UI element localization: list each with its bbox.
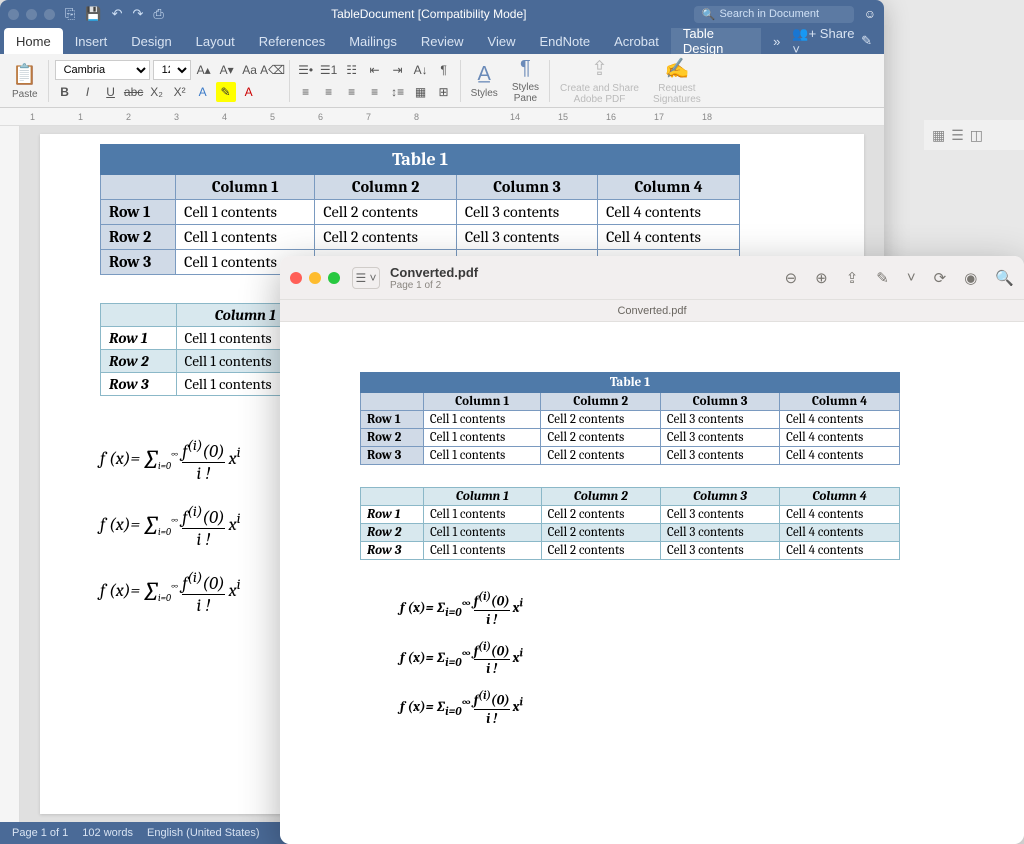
font-color-icon[interactable]: A — [239, 82, 259, 102]
subscript-icon[interactable]: X₂ — [147, 82, 167, 102]
search-box[interactable]: 🔍 Search in Document — [694, 6, 854, 23]
numbering-icon[interactable]: ☰1 — [319, 60, 339, 80]
increase-indent-icon[interactable]: ⇥ — [388, 60, 408, 80]
signatures-icon[interactable]: ✍ — [664, 56, 689, 81]
line-spacing-icon[interactable]: ↕≡ — [388, 82, 408, 102]
preview-tab[interactable]: Converted.pdf — [280, 300, 1024, 322]
pdf-title: Converted.pdf — [390, 265, 785, 280]
tab-design[interactable]: Design — [119, 28, 183, 54]
decrease-indent-icon[interactable]: ⇤ — [365, 60, 385, 80]
tab-view[interactable]: View — [476, 28, 528, 54]
markup-icon[interactable]: ✎ — [876, 269, 889, 287]
pdf-table-1: Table 1 Column 1 Column 2 Column 3 Colum… — [360, 372, 900, 465]
document-title: TableDocument [Compatibility Mode] — [164, 7, 694, 21]
horizontal-ruler[interactable]: 1 1 2 3 4 5 6 7 8 14 15 16 17 18 — [0, 108, 884, 126]
grid-icon[interactable]: ▦ — [932, 127, 945, 144]
highlight-icon[interactable]: ✎ — [216, 82, 236, 102]
tab-overflow[interactable]: » — [761, 28, 792, 54]
bold-icon[interactable]: B — [55, 82, 75, 102]
underline-icon[interactable]: U — [101, 82, 121, 102]
decrease-font-icon[interactable]: A▾ — [217, 60, 237, 80]
align-center-icon[interactable]: ≡ — [319, 82, 339, 102]
rotate-icon[interactable]: ⟳ — [934, 269, 947, 287]
pdf-page[interactable]: Table 1 Column 1 Column 2 Column 3 Colum… — [280, 322, 1024, 844]
shading-icon[interactable]: ▦ — [411, 82, 431, 102]
background-toolbar: ▦ ☰ ◫ — [924, 120, 1024, 150]
align-right-icon[interactable]: ≡ — [342, 82, 362, 102]
font-size-select[interactable]: 12 — [153, 60, 191, 80]
preview-titlebar: ☰ ˅ Converted.pdf Page 1 of 2 ⊖ ⊕ ⇪ ✎ ˅ … — [280, 256, 1024, 300]
font-name-select[interactable]: Cambria — [55, 60, 150, 80]
preview-window: ☰ ˅ Converted.pdf Page 1 of 2 ⊖ ⊕ ⇪ ✎ ˅ … — [280, 256, 1024, 844]
vertical-ruler[interactable] — [0, 126, 20, 822]
tab-table-design[interactable]: Table Design — [671, 28, 761, 54]
traffic-lights[interactable] — [8, 9, 55, 20]
account-icon[interactable]: ☺ — [864, 7, 876, 21]
superscript-icon[interactable]: X² — [170, 82, 190, 102]
tab-acrobat[interactable]: Acrobat — [602, 28, 671, 54]
pdf-equation-2: f (x)= ∑i=0∞ f(i)(0)i ! xi — [400, 640, 904, 678]
ribbon: 📋 Paste Cambria 12 A▴ A▾ Aa A⌫ B I U abc… — [0, 54, 884, 108]
dropdown-icon[interactable]: ˅ — [907, 269, 916, 286]
preview-traffic-lights[interactable] — [290, 272, 340, 284]
tab-review[interactable]: Review — [409, 28, 476, 54]
list-icon[interactable]: ☰ — [951, 127, 964, 144]
search-icon[interactable]: 🔍 — [995, 269, 1014, 287]
word-count[interactable]: 102 words — [82, 827, 133, 839]
highlight-icon[interactable]: ◉ — [964, 269, 977, 287]
pdf-page-indicator: Page 1 of 2 — [390, 280, 785, 291]
print-icon[interactable]: ⎙ — [153, 6, 163, 22]
align-left-icon[interactable]: ≡ — [296, 82, 316, 102]
paste-group: 📋 Paste — [8, 62, 42, 100]
clear-format-icon[interactable]: A⌫ — [263, 60, 283, 80]
tab-endnote[interactable]: EndNote — [527, 28, 602, 54]
borders-icon[interactable]: ⊞ — [434, 82, 454, 102]
undo-icon[interactable]: ↶ — [112, 6, 123, 22]
adobe-pdf-icon[interactable]: ⇪ — [591, 56, 608, 81]
pdf-equation-1: f (x)= ∑i=0∞ f(i)(0)i ! xi — [400, 590, 904, 628]
tab-references[interactable]: References — [247, 28, 337, 54]
page-indicator[interactable]: Page 1 of 1 — [12, 827, 68, 839]
pdf-equation-3: f (x)= ∑i=0∞ f(i)(0)i ! xi — [400, 689, 904, 727]
styles-icon[interactable]: A̲ — [478, 63, 491, 86]
table1-title[interactable]: Table 1 — [101, 145, 740, 175]
zoom-out-icon[interactable]: ⊖ — [785, 269, 798, 287]
pdf-table-2: Column 1 Column 2 Column 3 Column 4 Row … — [360, 487, 900, 560]
justify-icon[interactable]: ≡ — [365, 82, 385, 102]
tab-insert[interactable]: Insert — [63, 28, 120, 54]
tab-layout[interactable]: Layout — [184, 28, 247, 54]
sidebar-toggle-icon[interactable]: ☰ ˅ — [352, 267, 380, 289]
show-marks-icon[interactable]: ¶ — [434, 60, 454, 80]
preview-toolbar: ⊖ ⊕ ⇪ ✎ ˅ ⟳ ◉ 🔍 — [785, 269, 1014, 287]
italic-icon[interactable]: I — [78, 82, 98, 102]
increase-font-icon[interactable]: A▴ — [194, 60, 214, 80]
columns-icon[interactable]: ◫ — [970, 127, 983, 144]
styles-pane-icon[interactable]: ¶ — [520, 57, 531, 80]
bullets-icon[interactable]: ☰• — [296, 60, 316, 80]
tab-mailings[interactable]: Mailings — [337, 28, 409, 54]
quick-access-toolbar[interactable]: ⎘ 💾 ↶ ↷ ⎙ — [65, 6, 164, 22]
share-button[interactable]: 👥+ Share ˅ — [792, 26, 855, 57]
ribbon-tabs: Home Insert Design Layout References Mai… — [0, 28, 884, 54]
change-case-icon[interactable]: Aa — [240, 60, 260, 80]
redo-icon[interactable]: ↷ — [133, 6, 144, 22]
word-titlebar: ⎘ 💾 ↶ ↷ ⎙ TableDocument [Compatibility M… — [0, 0, 884, 28]
strike-icon[interactable]: abc — [124, 82, 144, 102]
zoom-in-icon[interactable]: ⊕ — [815, 269, 828, 287]
language-indicator[interactable]: English (United States) — [147, 827, 260, 839]
paste-icon[interactable]: 📋 — [12, 62, 37, 87]
autosave-icon[interactable]: ⎘ — [65, 6, 75, 22]
sort-icon[interactable]: A↓ — [411, 60, 431, 80]
tab-home[interactable]: Home — [4, 28, 63, 54]
text-effect-icon[interactable]: A — [193, 82, 213, 102]
share-icon[interactable]: ⇪ — [846, 269, 859, 287]
comments-icon[interactable]: ✎ — [861, 33, 872, 49]
multilevel-icon[interactable]: ☷ — [342, 60, 362, 80]
save-icon[interactable]: 💾 — [85, 6, 101, 22]
